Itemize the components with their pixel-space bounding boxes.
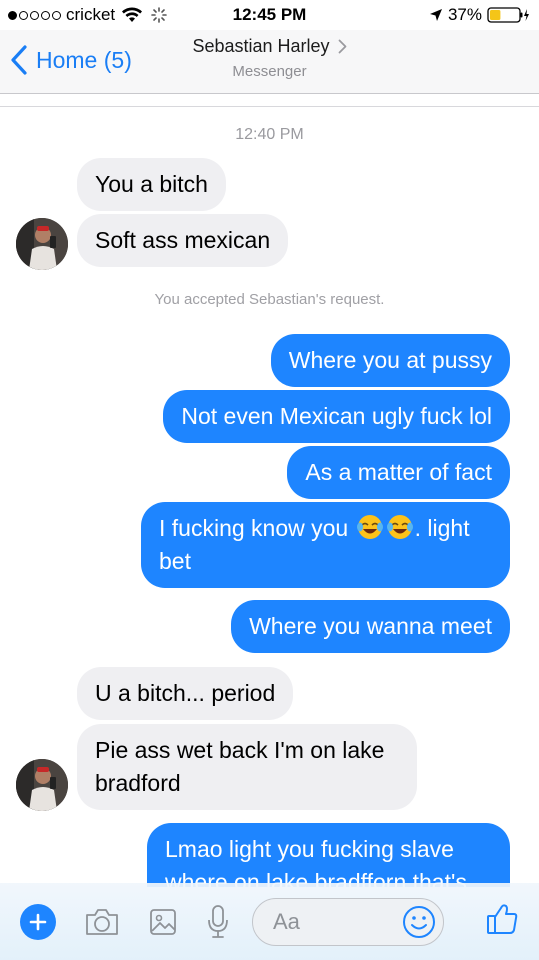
message-text: bet [159, 548, 191, 574]
incoming-message[interactable]: Soft ass mexican [77, 214, 289, 267]
loading-spinner-icon [151, 7, 167, 23]
incoming-message[interactable]: You a bitch [77, 158, 226, 211]
camera-button[interactable] [84, 907, 120, 937]
outgoing-message[interactable]: Where you wanna meet [231, 600, 510, 653]
plus-icon [29, 913, 47, 930]
image-icon [150, 908, 176, 935]
face-with-tears-of-joy-icon [356, 515, 383, 539]
outgoing-message[interactable]: Not even Mexican ugly fuck lol [163, 390, 510, 443]
voice-button[interactable] [206, 904, 230, 940]
contact-photo [16, 759, 68, 811]
incoming-message[interactable]: Pie ass wet back I'm on lake bradford [77, 724, 417, 810]
plus-button[interactable] [20, 903, 56, 940]
conversation-header: Home (5) Sebastian Harley Messenger [0, 30, 539, 94]
contact-photo [16, 218, 68, 270]
outgoing-message[interactable]: Where you at pussy [270, 334, 510, 387]
message-text: Not even Mexican ugly fuck lol [181, 403, 492, 429]
message-timestamp: 12:40 PM [235, 126, 304, 143]
status-bar: cricket 12:45 PM 37% [0, 0, 539, 30]
message-input-container[interactable] [252, 897, 444, 946]
contact-info[interactable]: Sebastian Harley Messenger [0, 36, 539, 80]
message-text: bradford [95, 770, 181, 796]
camera-icon [86, 908, 118, 935]
emoji-icon[interactable] [401, 904, 437, 940]
microphone-icon [208, 904, 228, 938]
message-text: Lmao light you fucking slave [165, 836, 454, 862]
carrier-name: cricket [66, 5, 116, 24]
message-input[interactable] [273, 908, 401, 935]
battery-charging-icon [487, 7, 529, 23]
incoming-message[interactable]: U a bitch... period [77, 667, 294, 720]
message-composer [0, 883, 539, 960]
outgoing-message[interactable]: I fucking know you . light bet [141, 502, 510, 588]
chevron-right-icon [338, 39, 346, 54]
message-text: I fucking know you [159, 515, 349, 541]
location-arrow-icon [429, 9, 442, 21]
outgoing-message[interactable]: Lmao light you fucking slave where on la… [147, 823, 510, 887]
avatar[interactable] [16, 759, 68, 811]
battery-percentage: 37% [447, 5, 482, 24]
message-text: . light [414, 515, 470, 541]
signal-strength-icon [8, 10, 61, 20]
message-text: U a bitch... period [95, 680, 276, 706]
wifi-icon [122, 7, 143, 22]
thumbs-up-icon [487, 904, 518, 934]
contact-subtitle: Messenger [232, 63, 307, 80]
request-accepted-notice: You accepted Sebastian's request. [154, 291, 385, 308]
contact-name: Sebastian Harley [192, 36, 330, 56]
message-text: Soft ass mexican [95, 227, 271, 253]
message-text: As a matter of fact [305, 459, 492, 485]
message-text: You a bitch [95, 171, 208, 197]
message-text: Pie ass wet back I'm on lake [95, 737, 385, 763]
gallery-button[interactable] [148, 907, 178, 937]
message-text: Where you at pussy [288, 347, 492, 373]
avatar[interactable] [16, 218, 68, 270]
message-text: Where you wanna meet [249, 613, 492, 639]
face-with-tears-of-joy-icon [386, 515, 413, 539]
outgoing-message[interactable]: As a matter of fact [287, 446, 510, 499]
message-thread[interactable]: 12:40 PM You a bitch Soft ass mexican Yo… [0, 107, 539, 887]
like-button[interactable] [485, 902, 519, 941]
